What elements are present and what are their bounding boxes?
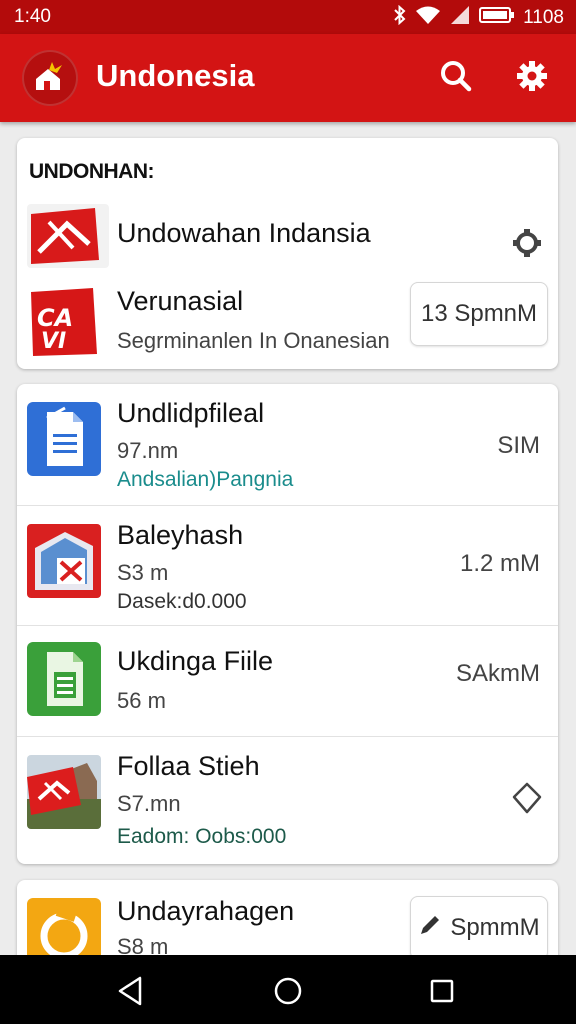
- item-detail: 97.nm: [117, 438, 179, 463]
- search-icon: [439, 59, 473, 98]
- size-chip[interactable]: SpmmM: [410, 896, 548, 960]
- size-chip-label: SpmmM: [450, 914, 540, 941]
- thumbnail-image: [27, 204, 109, 268]
- home-button[interactable]: [270, 973, 306, 1009]
- image-thumbnail: [27, 524, 101, 598]
- item-meta: Andsalian)Pangnia: [117, 468, 294, 491]
- signal-icon: [449, 5, 471, 31]
- settings-button[interactable]: [510, 56, 554, 100]
- item-size: SIM: [497, 432, 540, 459]
- item-name: Baleyhash: [117, 520, 244, 550]
- status-bar: 1:40 1108: [0, 0, 576, 34]
- svg-text:CA: CA: [37, 304, 73, 332]
- item-meta: Eadom: Oobs:000: [117, 825, 287, 848]
- item-size: SAkmM: [456, 660, 540, 687]
- gear-icon: [515, 59, 549, 98]
- item-name: Follaa Stieh: [117, 751, 260, 781]
- recents-button[interactable]: [424, 973, 460, 1009]
- app-title: Undonesia: [96, 58, 255, 93]
- item-name: Undowahan Indansia: [117, 218, 371, 248]
- gear-icon[interactable]: [510, 226, 544, 260]
- item-detail: 56 m: [117, 688, 166, 713]
- item-name: Undayrahagen: [117, 896, 295, 926]
- list-item[interactable]: CA VI Verunasial Segrminanlen In Onanesi…: [17, 278, 558, 368]
- wifi-icon: [415, 5, 441, 31]
- battery-icon: [479, 5, 515, 31]
- item-name: Undlidpfileal: [117, 398, 265, 428]
- size-chip[interactable]: 13 SpmnM: [410, 282, 548, 346]
- app-logo-icon[interactable]: [22, 50, 78, 106]
- item-name: Ukdinga Fiile: [117, 646, 274, 676]
- item-detail: S3 m: [117, 560, 169, 585]
- navigation-bar: [0, 955, 576, 1024]
- app-bar: Undonesia: [0, 34, 576, 122]
- status-clock: 1108: [523, 7, 564, 28]
- edit-icon: [418, 913, 442, 944]
- back-button[interactable]: [114, 973, 150, 1009]
- item-detail: S7.mn: [117, 791, 181, 816]
- item-subtitle: Segrminanlen In Onanesian: [117, 328, 390, 353]
- list-item[interactable]: Follaa Stieh S7.mn Eadom: Oobs:000: [17, 737, 558, 864]
- item-meta: Dasek:d0.000: [117, 590, 247, 613]
- search-button[interactable]: [434, 56, 478, 100]
- photo-thumbnail: [27, 755, 101, 829]
- list-item[interactable]: Undlidpfileal 97.nm Andsalian)Pangnia SI…: [17, 384, 558, 504]
- spreadsheet-icon: [27, 642, 101, 716]
- item-name: Verunasial: [117, 286, 244, 316]
- status-icons: 1108: [393, 4, 564, 31]
- list-item[interactable]: Ukdinga Fiile 56 m SAkmM: [17, 626, 558, 736]
- item-size: 1.2 mM: [459, 550, 540, 577]
- list-item[interactable]: Baleyhash S3 m Dasek:d0.000 1.2 mM: [17, 506, 558, 624]
- list-item[interactable]: Undowahan Indansia: [17, 196, 558, 276]
- bluetooth-icon: [393, 4, 407, 31]
- status-time: 1:40: [14, 6, 51, 27]
- thumbnail-image: CA VI: [27, 284, 101, 358]
- svg-text:VI: VI: [41, 329, 66, 354]
- card-heading: UNDONHAN:: [29, 160, 155, 183]
- tag-icon[interactable]: [510, 781, 544, 815]
- files-card: Undlidpfileal 97.nm Andsalian)Pangnia SI…: [17, 384, 558, 864]
- featured-card: UNDONHAN: Undowahan Indansia CA VI Verun…: [17, 138, 558, 369]
- document-icon: [27, 402, 101, 476]
